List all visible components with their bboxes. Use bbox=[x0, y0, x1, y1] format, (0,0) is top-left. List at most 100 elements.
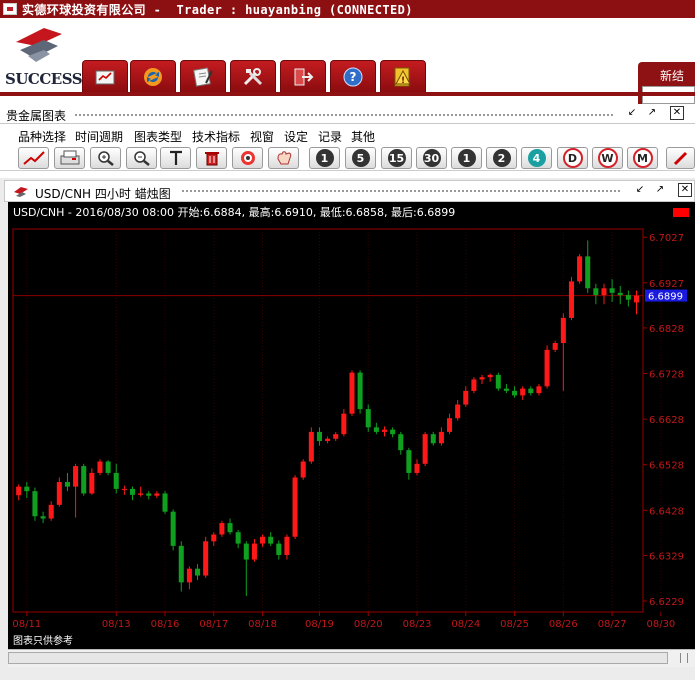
menu-window[interactable]: 视窗 bbox=[250, 128, 274, 145]
chart-window-drag-handle[interactable] bbox=[181, 189, 621, 193]
panel-close-button[interactable]: ✕ bbox=[670, 106, 684, 120]
chart-window-icon bbox=[14, 187, 28, 197]
menu-chart-type[interactable]: 图表类型 bbox=[134, 128, 182, 145]
period-button-1h[interactable]: 1 bbox=[451, 147, 482, 169]
candle-bull bbox=[121, 488, 127, 490]
color-button[interactable] bbox=[232, 147, 263, 169]
print-button[interactable] bbox=[54, 147, 85, 169]
panel-maximize-button[interactable]: ↗ bbox=[645, 107, 659, 121]
hand-tool-button[interactable] bbox=[268, 147, 299, 169]
delete-button[interactable] bbox=[196, 147, 227, 169]
scrollbar-thumb[interactable] bbox=[8, 652, 668, 664]
period-label: W bbox=[597, 148, 618, 168]
candle-bull bbox=[601, 288, 607, 296]
line-draw-button[interactable] bbox=[18, 147, 49, 169]
candle-bear bbox=[195, 568, 201, 576]
candlestick-chart[interactable]: USD/CNH - 2016/08/30 08:00 开始:6.6884, 最高… bbox=[8, 202, 695, 649]
period-button-1[interactable]: 1 bbox=[309, 147, 340, 169]
period-button-5[interactable]: 5 bbox=[345, 147, 376, 169]
candle-bear bbox=[105, 461, 111, 473]
chart-close-button[interactable]: ✕ bbox=[678, 183, 692, 197]
candle-bear bbox=[276, 543, 282, 556]
candle-bear bbox=[593, 288, 599, 296]
period-button-30[interactable]: 30 bbox=[416, 147, 447, 169]
chart-maximize-button[interactable]: ↗ bbox=[653, 184, 667, 198]
candle-bull bbox=[48, 504, 54, 519]
candle-bear bbox=[617, 292, 623, 296]
candle-bull bbox=[203, 541, 209, 576]
candle-bear bbox=[64, 482, 70, 487]
warning-button[interactable]: ! bbox=[380, 60, 426, 92]
menu-records[interactable]: 记录 bbox=[318, 128, 342, 145]
y-axis-labels: 6.7027 6.6927 6.6828 6.6728 6.6628 6.6528 6.64… bbox=[643, 233, 684, 608]
chart-book-button[interactable] bbox=[82, 60, 128, 92]
svg-text:?: ? bbox=[350, 70, 357, 84]
candle-bull bbox=[568, 281, 574, 318]
zoom-out-button[interactable] bbox=[126, 147, 157, 169]
panel-minimize-button[interactable]: ↙ bbox=[625, 107, 639, 121]
svg-text:!: ! bbox=[401, 76, 405, 86]
candle-bull bbox=[56, 482, 62, 505]
candle-bull bbox=[438, 431, 444, 444]
candle-bull bbox=[292, 477, 298, 537]
menu-indicators[interactable]: 技术指标 bbox=[192, 128, 240, 145]
x-tick-label: 08/19 bbox=[305, 619, 334, 630]
period-label: M bbox=[632, 148, 653, 168]
period-button-monthly[interactable]: M bbox=[627, 147, 658, 169]
pen-icon bbox=[673, 151, 687, 166]
zoom-in-icon bbox=[97, 151, 114, 166]
chart-window: USD/CNH 四小时 蜡烛图 ↙ ↗ ✕ USD/CNH - 2016/08/… bbox=[0, 178, 695, 680]
y-tick-label: 6.6229 bbox=[649, 597, 684, 608]
candle-bull bbox=[211, 534, 217, 542]
candle-bear bbox=[146, 493, 152, 496]
candle-bull bbox=[463, 390, 469, 405]
candle-bear bbox=[268, 536, 274, 544]
period-label: 5 bbox=[351, 149, 370, 167]
period-button-daily[interactable]: D bbox=[557, 147, 588, 169]
text-tool-button[interactable] bbox=[160, 147, 191, 169]
pen-tool-button[interactable] bbox=[666, 147, 695, 169]
period-button-15[interactable]: 15 bbox=[381, 147, 412, 169]
exit-icon bbox=[291, 67, 315, 87]
candle-bear bbox=[162, 493, 168, 512]
help-button[interactable]: ? bbox=[330, 60, 376, 92]
new-balance-tab[interactable]: 新结存 bbox=[638, 62, 695, 110]
panel-drag-handle[interactable] bbox=[74, 113, 614, 117]
period-button-2h[interactable]: 2 bbox=[486, 147, 517, 169]
period-button-4h[interactable]: 4 bbox=[521, 147, 552, 169]
period-label: 2 bbox=[492, 149, 511, 167]
candle-bear bbox=[129, 488, 136, 495]
period-button-weekly[interactable]: W bbox=[592, 147, 623, 169]
menu-instrument[interactable]: 品种选择 bbox=[18, 128, 66, 145]
tools-button[interactable] bbox=[230, 60, 276, 92]
candle-bull bbox=[479, 377, 485, 380]
last-price-line: 6.6899 bbox=[13, 289, 687, 303]
notes-button[interactable] bbox=[180, 60, 226, 92]
candle-bear bbox=[609, 288, 615, 293]
candle-bear bbox=[585, 256, 591, 289]
candle-bear bbox=[357, 372, 363, 410]
exit-button[interactable] bbox=[280, 60, 326, 92]
candle-bull bbox=[251, 543, 257, 560]
x-tick-label: 08/18 bbox=[248, 619, 277, 630]
candle-bear bbox=[32, 491, 38, 517]
candle-bull bbox=[325, 438, 331, 442]
candle-bull bbox=[552, 342, 558, 350]
chart-horizontal-scrollbar[interactable] bbox=[8, 649, 695, 667]
chart-minimize-button[interactable]: ↙ bbox=[633, 184, 647, 198]
period-label: D bbox=[562, 148, 583, 168]
candle-bull bbox=[447, 418, 453, 432]
menu-settings[interactable]: 设定 bbox=[284, 128, 308, 145]
refresh-icon bbox=[141, 67, 165, 87]
candle-bear bbox=[81, 466, 87, 494]
refresh-button[interactable] bbox=[130, 60, 176, 92]
app-window: 实德环球投资有限公司 - Trader : huayanbing (CONNEC… bbox=[0, 0, 695, 680]
candle-bull bbox=[260, 536, 266, 544]
info-color-swatch bbox=[673, 208, 689, 217]
scrollbar-grip-icon bbox=[680, 653, 688, 663]
chart-canvas[interactable]: USD/CNH - 2016/08/30 08:00 开始:6.6884, 最高… bbox=[8, 202, 695, 649]
menu-other[interactable]: 其他 bbox=[351, 128, 375, 145]
candle-bear bbox=[430, 434, 436, 444]
zoom-in-button[interactable] bbox=[90, 147, 121, 169]
menu-timeframe[interactable]: 时间週期 bbox=[75, 128, 123, 145]
